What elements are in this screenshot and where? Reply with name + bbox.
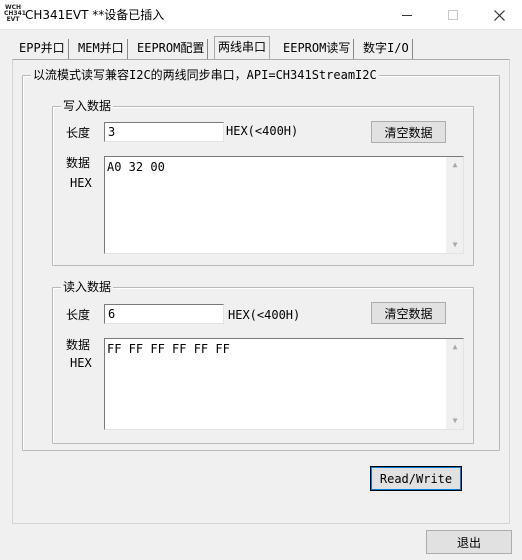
tab-digital-io[interactable]: 数字I/O — [360, 39, 413, 59]
read-group-title: 读入数据 — [61, 279, 114, 295]
scroll-up-icon[interactable]: ▲ — [451, 161, 459, 169]
app-icon-line: EVT — [6, 16, 20, 23]
i2c-description: 以流模式读写兼容I2C的两线同步串口，API=CH341StreamI2C — [31, 67, 379, 83]
read-data-value: FF FF FF FF FF FF — [107, 342, 230, 356]
write-clear-button[interactable]: 清空数据 — [371, 121, 446, 143]
write-data-scrollbar[interactable]: ▲ ▼ — [446, 157, 463, 253]
write-length-input[interactable]: 3 — [104, 122, 224, 142]
minimize-icon — [402, 14, 412, 16]
write-hex-hint: HEX(<400H) — [226, 124, 299, 138]
scroll-down-icon[interactable]: ▼ — [451, 241, 459, 249]
scroll-down-icon[interactable]: ▼ — [451, 417, 459, 425]
maximize-icon — [448, 10, 458, 20]
window-title: CH341EVT **设备已插入 — [25, 8, 165, 22]
exit-button[interactable]: 退出 — [426, 530, 512, 554]
write-group-title: 写入数据 — [61, 98, 114, 114]
read-data-label: 数据 — [66, 338, 91, 352]
read-write-button[interactable]: Read/Write — [370, 466, 462, 491]
read-data-textarea[interactable]: FF FF FF FF FF FF ▲ ▼ — [104, 338, 464, 430]
app-icon: WCH CH341 EVT — [4, 5, 26, 25]
read-data-scrollbar[interactable]: ▲ ▼ — [446, 339, 463, 429]
read-clear-button[interactable]: 清空数据 — [371, 302, 446, 324]
tab-two-wire-serial[interactable]: 两线串口 — [214, 36, 271, 59]
title-bar: WCH CH341 EVT CH341EVT **设备已插入 — [0, 0, 522, 30]
close-icon — [493, 9, 505, 21]
write-data-hex-label: HEX — [70, 176, 92, 190]
maximize-button[interactable] — [430, 0, 476, 30]
minimize-button[interactable] — [384, 0, 430, 30]
close-button[interactable] — [476, 0, 522, 30]
tab-eeprom-config[interactable]: EEPROM配置 — [134, 39, 209, 59]
write-data-label: 数据 — [66, 156, 91, 170]
read-hex-hint: HEX(<400H) — [228, 308, 301, 322]
tab-epp[interactable]: EPP并口 — [16, 39, 69, 59]
read-data-hex-label: HEX — [70, 356, 92, 370]
write-length-label: 长度 — [66, 126, 91, 140]
read-length-label: 长度 — [66, 308, 91, 322]
write-data-value: A0 32 00 — [107, 160, 165, 174]
tab-eeprom-rw[interactable]: EEPROM读写 — [280, 39, 355, 59]
read-length-input[interactable]: 6 — [104, 304, 224, 324]
tab-mem[interactable]: MEM并口 — [75, 39, 128, 59]
write-data-textarea[interactable]: A0 32 00 ▲ ▼ — [104, 156, 464, 254]
scroll-up-icon[interactable]: ▲ — [451, 343, 459, 351]
